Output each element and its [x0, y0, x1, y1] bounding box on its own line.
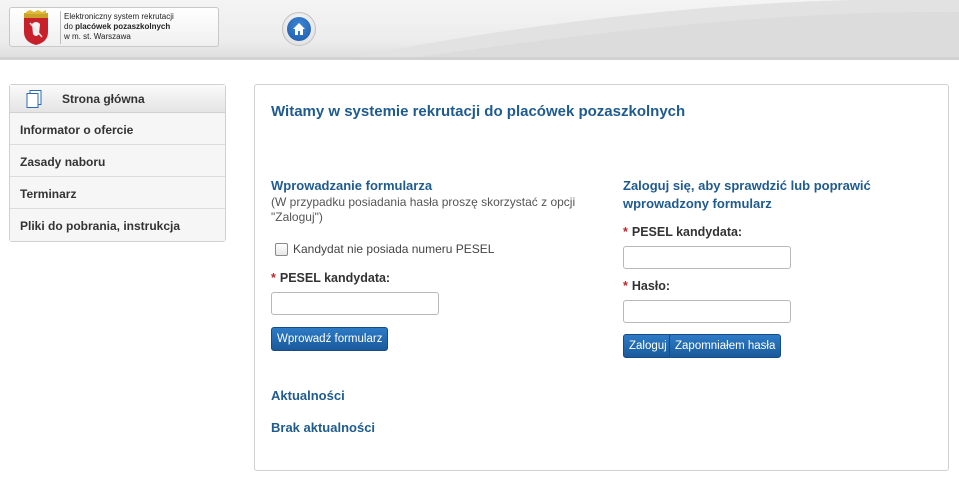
- site-logo[interactable]: Elektroniczny system rekrutacji do placó…: [9, 7, 219, 47]
- sidebar-item-home[interactable]: Strona główna: [10, 85, 225, 113]
- required-mark: *: [623, 225, 628, 239]
- password-input[interactable]: [623, 300, 791, 323]
- sidebar-head-label: Strona główna: [62, 92, 145, 106]
- pesel-label: * PESEL kandydata:: [271, 271, 391, 285]
- home-icon: [287, 17, 311, 41]
- required-mark: *: [271, 271, 276, 285]
- header-divider: [0, 57, 959, 60]
- form-entry-title: Wprowadzanie formularza: [271, 178, 433, 193]
- login-button[interactable]: Zaloguj: [623, 334, 673, 358]
- no-pesel-checkbox[interactable]: [275, 243, 288, 256]
- login-section: Zaloguj się, aby sprawdzić lub poprawić …: [623, 177, 923, 367]
- logo-separator: [60, 11, 61, 44]
- document-icon: [26, 90, 42, 108]
- news-title: Aktualności: [271, 388, 345, 403]
- page-title: Witamy w systemie rekrutacji do placówek…: [271, 103, 686, 120]
- form-entry-note: (W przypadku posiadania hasła proszę sko…: [271, 195, 576, 224]
- submit-form-button[interactable]: Wprowadź formularz: [271, 327, 389, 351]
- logo-line-1: Elektroniczny system rekrutacji: [64, 12, 174, 21]
- logo-text: Elektroniczny system rekrutacji do placó…: [64, 12, 174, 42]
- login-title: Zaloguj się, aby sprawdzić lub poprawić …: [623, 178, 871, 211]
- sidebar-item-zasady[interactable]: Zasady naboru: [10, 145, 225, 177]
- home-button[interactable]: [282, 12, 316, 46]
- pesel-input[interactable]: [271, 292, 439, 315]
- required-mark: *: [623, 279, 628, 293]
- login-pesel-input[interactable]: [623, 246, 791, 269]
- no-pesel-label[interactable]: Kandydat nie posiada numeru PESEL: [293, 242, 494, 256]
- forgot-password-button[interactable]: Zapomniałem hasła: [669, 334, 782, 358]
- sidebar-item-informator[interactable]: Informator o ofercie: [10, 113, 225, 145]
- form-entry-section: Wprowadzanie formularza (W przypadku pos…: [271, 177, 591, 351]
- news-empty-text: Brak aktualności: [271, 420, 376, 435]
- sidebar: Strona główna Informator o ofercie Zasad…: [9, 84, 226, 242]
- logo-line-2: do placówek pozaszkolnych: [64, 22, 171, 31]
- sidebar-item-terminarz[interactable]: Terminarz: [10, 177, 225, 209]
- logo-line-3: w m. st. Warszawa: [64, 32, 131, 41]
- main-panel: Witamy w systemie rekrutacji do placówek…: [254, 84, 949, 471]
- header: Elektroniczny system rekrutacji do placó…: [0, 0, 959, 60]
- sidebar-item-pliki[interactable]: Pliki do pobrania, instrukcja: [10, 209, 225, 241]
- password-label: * Hasło:: [623, 279, 671, 293]
- crest-icon: [24, 10, 48, 45]
- login-pesel-label: * PESEL kandydata:: [623, 225, 743, 239]
- header-decoration: [339, 0, 959, 60]
